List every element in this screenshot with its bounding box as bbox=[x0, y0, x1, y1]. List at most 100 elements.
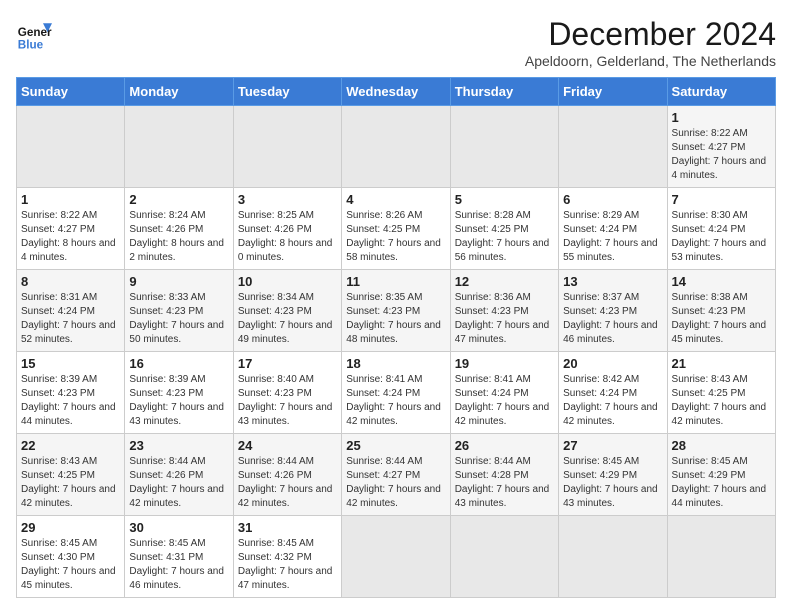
day-number: 23 bbox=[129, 438, 228, 453]
calendar-cell: 24 Sunrise: 8:44 AMSunset: 4:26 PMDaylig… bbox=[233, 434, 341, 516]
cell-info: Sunrise: 8:41 AMSunset: 4:24 PMDaylight:… bbox=[346, 374, 441, 427]
day-number: 11 bbox=[346, 274, 445, 289]
cell-info: Sunrise: 8:45 AMSunset: 4:30 PMDaylight:… bbox=[21, 538, 116, 591]
day-number: 12 bbox=[455, 274, 554, 289]
day-number: 29 bbox=[21, 520, 120, 535]
cell-info: Sunrise: 8:35 AMSunset: 4:23 PMDaylight:… bbox=[346, 292, 441, 345]
day-number: 18 bbox=[346, 356, 445, 371]
day-number: 20 bbox=[563, 356, 662, 371]
day-number: 28 bbox=[672, 438, 771, 453]
cell-info: Sunrise: 8:42 AMSunset: 4:24 PMDaylight:… bbox=[563, 374, 658, 427]
day-number: 9 bbox=[129, 274, 228, 289]
cell-info: Sunrise: 8:44 AMSunset: 4:26 PMDaylight:… bbox=[238, 456, 333, 509]
cell-info: Sunrise: 8:45 AMSunset: 4:31 PMDaylight:… bbox=[129, 538, 224, 591]
calendar-cell: 17 Sunrise: 8:40 AMSunset: 4:23 PMDaylig… bbox=[233, 352, 341, 434]
calendar-cell: 11 Sunrise: 8:35 AMSunset: 4:23 PMDaylig… bbox=[342, 270, 450, 352]
calendar-cell: 8 Sunrise: 8:31 AMSunset: 4:24 PMDayligh… bbox=[17, 270, 125, 352]
cell-info: Sunrise: 8:40 AMSunset: 4:23 PMDaylight:… bbox=[238, 374, 333, 427]
day-number: 22 bbox=[21, 438, 120, 453]
calendar-cell: 27 Sunrise: 8:45 AMSunset: 4:29 PMDaylig… bbox=[559, 434, 667, 516]
day-number: 25 bbox=[346, 438, 445, 453]
calendar-cell: 7 Sunrise: 8:30 AMSunset: 4:24 PMDayligh… bbox=[667, 188, 775, 270]
header-day-saturday: Saturday bbox=[667, 78, 775, 106]
calendar-table: SundayMondayTuesdayWednesdayThursdayFrid… bbox=[16, 77, 776, 598]
day-number: 21 bbox=[672, 356, 771, 371]
header-day-friday: Friday bbox=[559, 78, 667, 106]
header-day-sunday: Sunday bbox=[17, 78, 125, 106]
calendar-cell bbox=[559, 106, 667, 188]
calendar-cell: 20 Sunrise: 8:42 AMSunset: 4:24 PMDaylig… bbox=[559, 352, 667, 434]
day-number: 8 bbox=[21, 274, 120, 289]
day-number: 5 bbox=[455, 192, 554, 207]
day-number: 13 bbox=[563, 274, 662, 289]
calendar-week-2: 8 Sunrise: 8:31 AMSunset: 4:24 PMDayligh… bbox=[17, 270, 776, 352]
cell-info: Sunrise: 8:39 AMSunset: 4:23 PMDaylight:… bbox=[129, 374, 224, 427]
calendar-cell bbox=[125, 106, 233, 188]
calendar-cell: 26 Sunrise: 8:44 AMSunset: 4:28 PMDaylig… bbox=[450, 434, 558, 516]
day-number: 26 bbox=[455, 438, 554, 453]
cell-info: Sunrise: 8:44 AMSunset: 4:28 PMDaylight:… bbox=[455, 456, 550, 509]
cell-info: Sunrise: 8:45 AMSunset: 4:29 PMDaylight:… bbox=[563, 456, 658, 509]
month-title: December 2024 bbox=[525, 16, 776, 53]
cell-info: Sunrise: 8:25 AMSunset: 4:26 PMDaylight:… bbox=[238, 210, 333, 263]
svg-text:Blue: Blue bbox=[18, 38, 44, 51]
calendar-header: SundayMondayTuesdayWednesdayThursdayFrid… bbox=[17, 78, 776, 106]
day-number: 14 bbox=[672, 274, 771, 289]
day-number: 31 bbox=[238, 520, 337, 535]
day-number: 27 bbox=[563, 438, 662, 453]
calendar-cell: 19 Sunrise: 8:41 AMSunset: 4:24 PMDaylig… bbox=[450, 352, 558, 434]
cell-info: Sunrise: 8:24 AMSunset: 4:26 PMDaylight:… bbox=[129, 210, 224, 263]
header-day-tuesday: Tuesday bbox=[233, 78, 341, 106]
cell-info: Sunrise: 8:43 AMSunset: 4:25 PMDaylight:… bbox=[672, 374, 767, 427]
cell-info: Sunrise: 8:45 AMSunset: 4:29 PMDaylight:… bbox=[672, 456, 767, 509]
calendar-cell: 2 Sunrise: 8:24 AMSunset: 4:26 PMDayligh… bbox=[125, 188, 233, 270]
day-number: 1 bbox=[672, 110, 771, 125]
calendar-cell: 30 Sunrise: 8:45 AMSunset: 4:31 PMDaylig… bbox=[125, 516, 233, 598]
calendar-week-3: 15 Sunrise: 8:39 AMSunset: 4:23 PMDaylig… bbox=[17, 352, 776, 434]
header-row: SundayMondayTuesdayWednesdayThursdayFrid… bbox=[17, 78, 776, 106]
calendar-cell: 10 Sunrise: 8:34 AMSunset: 4:23 PMDaylig… bbox=[233, 270, 341, 352]
cell-info: Sunrise: 8:38 AMSunset: 4:23 PMDaylight:… bbox=[672, 292, 767, 345]
calendar-cell: 23 Sunrise: 8:44 AMSunset: 4:26 PMDaylig… bbox=[125, 434, 233, 516]
calendar-cell: 6 Sunrise: 8:29 AMSunset: 4:24 PMDayligh… bbox=[559, 188, 667, 270]
header-day-wednesday: Wednesday bbox=[342, 78, 450, 106]
calendar-cell: 22 Sunrise: 8:43 AMSunset: 4:25 PMDaylig… bbox=[17, 434, 125, 516]
calendar-cell bbox=[667, 516, 775, 598]
cell-info: Sunrise: 8:37 AMSunset: 4:23 PMDaylight:… bbox=[563, 292, 658, 345]
calendar-cell: 15 Sunrise: 8:39 AMSunset: 4:23 PMDaylig… bbox=[17, 352, 125, 434]
calendar-week-4: 22 Sunrise: 8:43 AMSunset: 4:25 PMDaylig… bbox=[17, 434, 776, 516]
cell-info: Sunrise: 8:45 AMSunset: 4:32 PMDaylight:… bbox=[238, 538, 333, 591]
location-subtitle: Apeldoorn, Gelderland, The Netherlands bbox=[525, 53, 776, 69]
calendar-cell: 21 Sunrise: 8:43 AMSunset: 4:25 PMDaylig… bbox=[667, 352, 775, 434]
calendar-cell: 29 Sunrise: 8:45 AMSunset: 4:30 PMDaylig… bbox=[17, 516, 125, 598]
day-number: 30 bbox=[129, 520, 228, 535]
calendar-body: 1 Sunrise: 8:22 AMSunset: 4:27 PMDayligh… bbox=[17, 106, 776, 598]
calendar-cell: 5 Sunrise: 8:28 AMSunset: 4:25 PMDayligh… bbox=[450, 188, 558, 270]
cell-info: Sunrise: 8:31 AMSunset: 4:24 PMDaylight:… bbox=[21, 292, 116, 345]
day-number: 10 bbox=[238, 274, 337, 289]
cell-info: Sunrise: 8:22 AMSunset: 4:27 PMDaylight:… bbox=[672, 128, 767, 181]
calendar-cell bbox=[17, 106, 125, 188]
page-header: General Blue December 2024 Apeldoorn, Ge… bbox=[16, 16, 776, 69]
cell-info: Sunrise: 8:28 AMSunset: 4:25 PMDaylight:… bbox=[455, 210, 550, 263]
title-block: December 2024 Apeldoorn, Gelderland, The… bbox=[525, 16, 776, 69]
day-number: 24 bbox=[238, 438, 337, 453]
calendar-cell: 14 Sunrise: 8:38 AMSunset: 4:23 PMDaylig… bbox=[667, 270, 775, 352]
calendar-cell: 31 Sunrise: 8:45 AMSunset: 4:32 PMDaylig… bbox=[233, 516, 341, 598]
calendar-cell: 18 Sunrise: 8:41 AMSunset: 4:24 PMDaylig… bbox=[342, 352, 450, 434]
cell-info: Sunrise: 8:44 AMSunset: 4:27 PMDaylight:… bbox=[346, 456, 441, 509]
cell-info: Sunrise: 8:44 AMSunset: 4:26 PMDaylight:… bbox=[129, 456, 224, 509]
day-number: 15 bbox=[21, 356, 120, 371]
calendar-week-1: 1 Sunrise: 8:22 AMSunset: 4:27 PMDayligh… bbox=[17, 188, 776, 270]
calendar-week-0: 1 Sunrise: 8:22 AMSunset: 4:27 PMDayligh… bbox=[17, 106, 776, 188]
header-day-monday: Monday bbox=[125, 78, 233, 106]
calendar-cell bbox=[450, 516, 558, 598]
calendar-cell: 16 Sunrise: 8:39 AMSunset: 4:23 PMDaylig… bbox=[125, 352, 233, 434]
calendar-cell: 28 Sunrise: 8:45 AMSunset: 4:29 PMDaylig… bbox=[667, 434, 775, 516]
day-number: 4 bbox=[346, 192, 445, 207]
day-number: 17 bbox=[238, 356, 337, 371]
calendar-cell: 25 Sunrise: 8:44 AMSunset: 4:27 PMDaylig… bbox=[342, 434, 450, 516]
calendar-cell: 4 Sunrise: 8:26 AMSunset: 4:25 PMDayligh… bbox=[342, 188, 450, 270]
calendar-cell: 1 Sunrise: 8:22 AMSunset: 4:27 PMDayligh… bbox=[667, 106, 775, 188]
header-day-thursday: Thursday bbox=[450, 78, 558, 106]
